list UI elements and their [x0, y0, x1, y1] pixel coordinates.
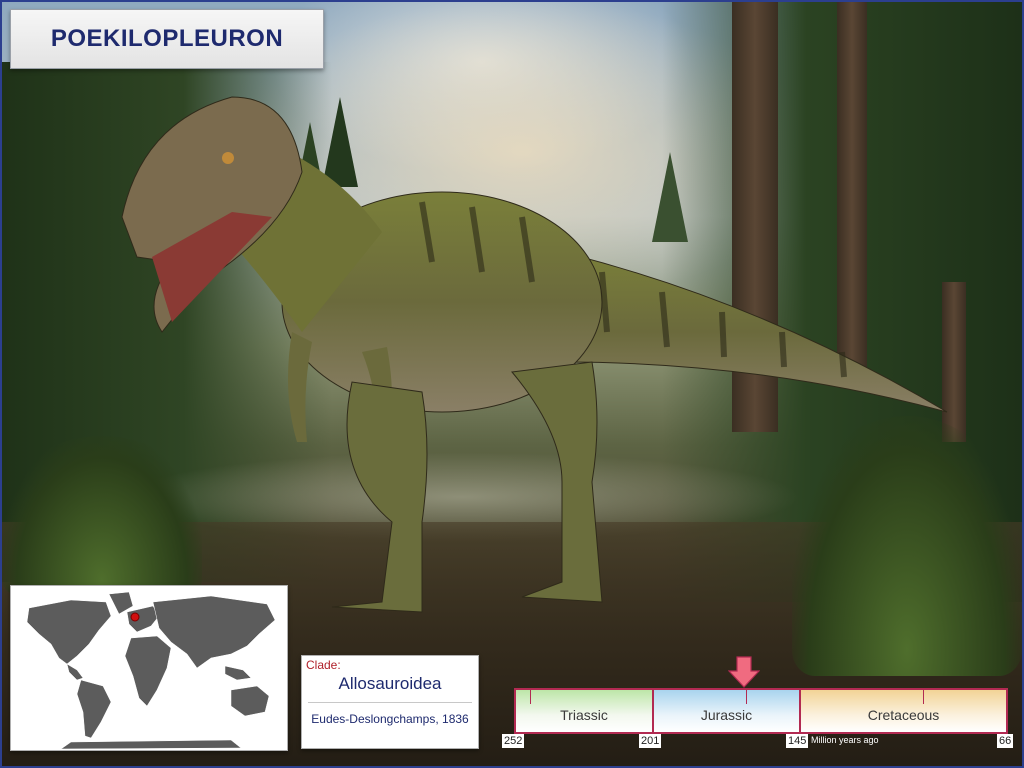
- period-label: Triassic: [560, 707, 608, 723]
- timeline-unit: Million years ago: [811, 735, 879, 745]
- timeline-tick-label: 201: [639, 734, 662, 748]
- period-jurassic: Jurassic: [652, 690, 799, 732]
- clade-author: Eudes-Deslongchamps, 1836: [311, 712, 469, 726]
- timeline-tick-label: 145: [786, 734, 809, 748]
- timeline-tick-label: 252: [502, 734, 525, 748]
- page-title: POEKILOPLEURON: [50, 25, 284, 52]
- clade-label: Clade:: [306, 658, 341, 672]
- period-cretaceous: Cretaceous: [799, 690, 1006, 732]
- clade-name: Allosauroidea: [338, 674, 442, 693]
- timeline-tick: [746, 690, 747, 704]
- period-label: Jurassic: [700, 707, 753, 723]
- divider: [308, 702, 472, 703]
- period-label: Cretaceous: [867, 707, 940, 723]
- clade-panel: Clade: Allosauroidea Eudes-Deslongchamps…: [301, 655, 479, 749]
- timeline-tick: [530, 690, 531, 704]
- location-marker: [130, 612, 140, 622]
- period-triassic: Triassic: [516, 690, 652, 732]
- world-map-svg: [26, 591, 276, 750]
- timeline-tick: [923, 690, 924, 704]
- world-map: [10, 585, 288, 751]
- timeline-tick-label: 66: [997, 734, 1014, 748]
- title-panel: POEKILOPLEURON: [10, 9, 324, 69]
- period-marker-arrow-icon: [728, 656, 760, 688]
- geologic-timeline: Triassic Jurassic Cretaceous: [514, 688, 1008, 734]
